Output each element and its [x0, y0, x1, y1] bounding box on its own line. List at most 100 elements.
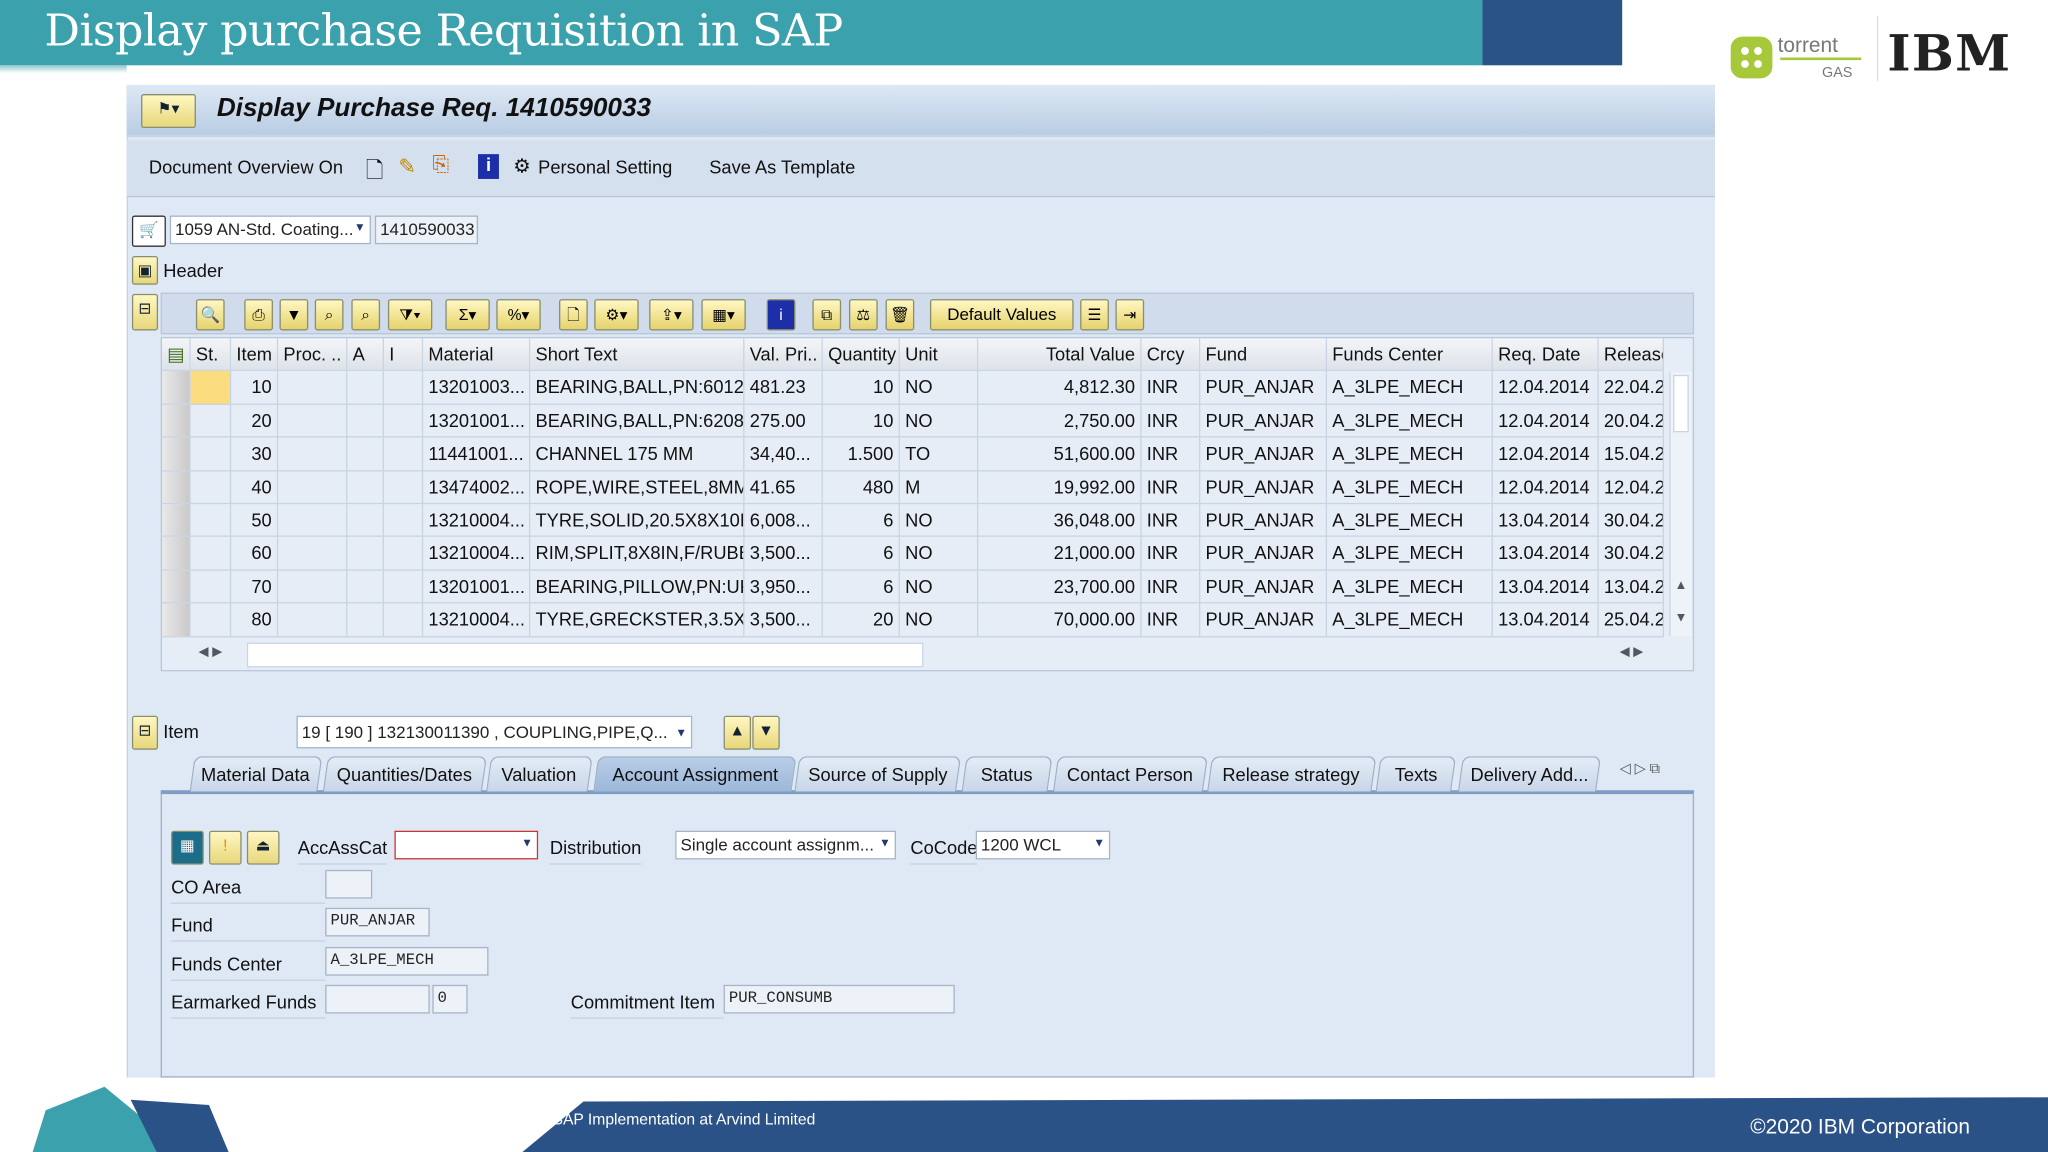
save-as-template-button[interactable]: Save As Template	[709, 157, 855, 178]
export-icon[interactable]: ⇪▾	[649, 299, 694, 331]
horizontal-scrollbar[interactable]: ◀ ▶ ◀ ▶	[161, 638, 1693, 671]
scroll-right-icon[interactable]: ◀ ▶	[1620, 645, 1644, 659]
default-values-button[interactable]: Default Values	[929, 299, 1074, 331]
column-header[interactable]: Val. Pri..	[744, 338, 823, 372]
sum-icon[interactable]: Σ▾	[445, 299, 490, 331]
table-row[interactable]: 50 13210004... TYRE,SOLID,20.5X8X10I... 6,0…	[161, 504, 1667, 538]
scroll-up-icon[interactable]: ▲	[1674, 579, 1687, 593]
edit-icon[interactable]: ✎	[398, 154, 416, 180]
header-expand-icon[interactable]: ▣	[131, 255, 159, 285]
column-header[interactable]: Unit	[899, 338, 979, 372]
views-icon[interactable]: ⚙▾	[594, 299, 639, 331]
item-select[interactable]: 19 [ 190 ] 132130011390 , COUPLING,PIPE,…	[296, 715, 693, 749]
account-assignment-icon[interactable]: ⚖	[848, 299, 878, 331]
columns-icon[interactable]: ☰	[1080, 299, 1109, 331]
column-header[interactable]: Material	[423, 338, 531, 372]
next-item-icon[interactable]: ▼	[752, 715, 780, 750]
find-icon[interactable]: ⌕	[314, 299, 344, 331]
accasscat-select[interactable]	[394, 830, 539, 860]
column-header[interactable]: Crcy	[1141, 338, 1201, 372]
column-header[interactable]: I	[383, 338, 424, 372]
vertical-scrollbar[interactable]: ▲ ▼	[1669, 372, 1692, 637]
document-type-select[interactable]: 1059 AN-Std. Coating...	[169, 215, 371, 245]
column-header[interactable]: Item	[231, 338, 279, 372]
table-cell: INR	[1141, 570, 1201, 604]
tab-delivery-add[interactable]: Delivery Add...	[1457, 756, 1602, 792]
table-cell: RIM,SPLIT,8X8IN,F/RUBB...	[530, 537, 745, 571]
new-document-icon[interactable]: 🗋	[366, 154, 384, 192]
tab-status[interactable]: Status	[961, 756, 1053, 792]
row-selector[interactable]	[161, 371, 191, 405]
document-overview-button[interactable]: Document Overview On	[149, 157, 343, 178]
item-overview-collapse-icon[interactable]: ⊟	[131, 293, 159, 331]
filter-icon[interactable]: ⧩▾	[387, 299, 433, 331]
display-change-icon[interactable]: ⎘	[432, 154, 449, 178]
print-icon[interactable]: ⎙	[244, 299, 273, 331]
table-cell	[190, 470, 232, 505]
table-cell	[383, 404, 424, 438]
column-header[interactable]: Quantity	[822, 338, 900, 372]
table-row[interactable]: 80 13210004...TYRE,GRECKSTER,3.5X4I...3,5…	[161, 603, 1667, 637]
column-header[interactable]: Req. Date	[1492, 338, 1599, 372]
table-row[interactable]: 30 11441001... CHANNEL 175 MM 34,40... 1.500…	[161, 437, 1667, 471]
tab-scroll-icons[interactable]: ◁ ▷ ⧉	[1620, 760, 1660, 778]
cocode-select[interactable]: 1200 WCL	[975, 830, 1111, 860]
account-assignment-info-icon[interactable]: ⏏	[246, 830, 280, 865]
column-header[interactable]: A	[347, 338, 384, 372]
copy-icon[interactable]: ⧉	[812, 299, 842, 331]
single-account-icon[interactable]: ▦	[171, 830, 204, 865]
scroll-left-icon[interactable]: ◀ ▶	[199, 645, 223, 659]
column-header[interactable]: Fund	[1200, 338, 1328, 372]
table-row[interactable]: 70 13201001... BEARING,PILLOW,PN:UK... 3,95…	[161, 570, 1667, 604]
column-header[interactable]: Short Text	[530, 338, 745, 372]
column-header[interactable]: Total Value	[978, 338, 1142, 372]
tab-contact-person[interactable]: Contact Person	[1052, 756, 1209, 792]
delete-icon[interactable]: 🗑	[885, 299, 915, 331]
column-header[interactable]: Proc. ..	[278, 338, 348, 372]
row-selector[interactable]	[161, 504, 191, 538]
column-header[interactable]: Funds Center	[1327, 338, 1493, 372]
row-selector[interactable]	[161, 404, 191, 438]
layout-select-icon[interactable]: ▤	[161, 338, 191, 372]
tab-valuation[interactable]: Valuation	[486, 756, 593, 792]
torrent-gas-logo: torrent GAS	[1730, 34, 1862, 81]
tab-texts[interactable]: Texts	[1375, 756, 1457, 792]
row-selector[interactable]	[161, 570, 191, 604]
item-detail-collapse-icon[interactable]: ⊟	[131, 715, 159, 750]
layout-icon[interactable]: ▦▾	[701, 299, 746, 331]
multiple-account-icon[interactable]: !	[208, 830, 242, 865]
sort-ascending-icon[interactable]: ▼	[279, 299, 309, 331]
table-row[interactable]: 60 13210004... RIM,SPLIT,8X8IN,F/RUBB... 3,…	[161, 537, 1667, 571]
tab-source-of-supply[interactable]: Source of Supply	[794, 756, 962, 792]
personal-setting-icon: ⚙	[513, 155, 531, 178]
h-scroll-thumb[interactable]	[246, 642, 924, 668]
table-row[interactable]: 40 13474002... ROPE,WIRE,STEEL,8MM 41.65 480…	[161, 470, 1667, 505]
tab-account-assignment[interactable]: Account Assignment	[593, 756, 797, 792]
find-next-icon[interactable]: ⌕	[351, 299, 381, 331]
previous-item-icon[interactable]: ▲	[723, 715, 752, 750]
tab-release-strategy[interactable]: Release strategy	[1206, 756, 1377, 792]
info-icon[interactable]: i	[478, 154, 499, 179]
transaction-menu-icon[interactable]: ⚑▾	[141, 94, 196, 128]
row-selector[interactable]	[161, 437, 191, 471]
tab-quantities-dates[interactable]: Quantities/Dates	[322, 756, 488, 792]
scroll-down-icon[interactable]: ▼	[1674, 611, 1687, 625]
distribution-select[interactable]: Single account assignm...	[675, 830, 896, 860]
column-header[interactable]: St.	[190, 338, 232, 372]
table-header-row: ▤ St. Item Proc. .. A I Material Short Text Val.…	[161, 338, 1667, 372]
row-selector[interactable]	[161, 470, 191, 505]
personal-setting-button[interactable]: Personal Setting	[538, 157, 672, 178]
info-icon[interactable]: i	[766, 299, 796, 331]
document-icon[interactable]: 🗋	[559, 299, 588, 331]
table-row[interactable]: 20 13201001... BEARING,BALL,PN:6208 ... 275…	[161, 404, 1667, 438]
table-cell: BEARING,BALL,PN:6012 ...	[530, 371, 745, 405]
row-selector[interactable]	[161, 603, 191, 637]
tab-material-data[interactable]: Material Data	[189, 756, 323, 792]
table-row[interactable]: 10 13201003... BEARING,BALL,PN:6012 ... 481…	[161, 371, 1667, 405]
more-icon[interactable]: ⇥	[1115, 299, 1145, 331]
row-selector[interactable]	[161, 537, 191, 571]
subtotal-icon[interactable]: %▾	[496, 299, 541, 331]
scroll-thumb[interactable]	[1673, 374, 1689, 433]
details-icon[interactable]: 🔍	[195, 299, 225, 331]
column-header[interactable]: Release	[1598, 338, 1664, 372]
